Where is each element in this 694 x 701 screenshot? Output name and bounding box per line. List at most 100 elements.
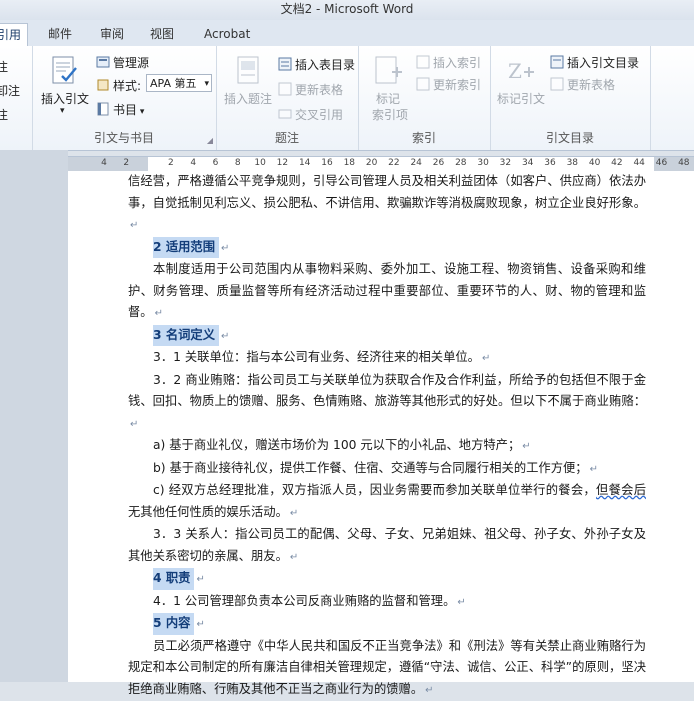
paragraph-scope-text: 本制度适用于公司范围内从事物料采购、委外加工、设施工程、物资销售、设备采购和维护… <box>128 262 646 319</box>
heading-responsibilities[interactable]: 4 职责↵ <box>128 568 646 591</box>
paragraph-mark: ↵ <box>155 308 163 319</box>
paragraph-mark: ↵ <box>196 619 204 630</box>
mark-citation-icon: Z <box>504 54 536 86</box>
heading-responsibilities-text: 4 职责 <box>153 568 194 590</box>
table-of-figures-icon <box>278 57 292 71</box>
duty-4-1-text: 4．1 公司管理部负责本公司反商业贿赂的监督和管理。 <box>153 594 455 608</box>
insert-citation-icon <box>48 54 80 86</box>
group-label-captions: 题注 <box>216 129 358 146</box>
ruler-tick-label: 2 <box>123 158 129 168</box>
update-index-button[interactable]: 更新索引 <box>416 76 481 93</box>
update-index-label: 更新索引 <box>433 78 481 92</box>
style-label-text: 样式: <box>113 79 141 93</box>
chevron-down-icon: ▾ <box>137 107 144 117</box>
list-item-a-text: a) 基于商业礼仪，赠送市场价为 100 元以下的小礼品、地方特产； <box>153 438 520 452</box>
paragraph-mark: ↵ <box>290 552 298 563</box>
bibliography-icon <box>96 102 110 116</box>
list-item-b[interactable]: b) 基于商业接待礼仪，提供工作餐、住宿、交通等与合同履行相关的工作方便；↵ <box>128 458 646 481</box>
paragraph-intro[interactable]: 信经营，严格遵循公平竞争规则，引导公司管理人员及相关利益团体（如客户、供应商）依… <box>128 171 646 237</box>
ruler-tick-label: 4 <box>101 158 107 168</box>
ruler-tick-label: 16 <box>321 158 332 168</box>
ruler-left-margin <box>68 157 148 171</box>
update-index-icon <box>416 77 430 91</box>
grammar-squiggle-text[interactable]: 但餐会后 <box>596 483 646 497</box>
paragraph-content[interactable]: 员工必须严格遵守《中华人民共和国反不正当竞争法》和《刑法》等有关禁止商业贿赂行为… <box>128 636 646 701</box>
mark-entry-label-1[interactable]: 标记 <box>376 90 400 107</box>
insert-table-of-figures-label: 插入表目录 <box>295 58 355 72</box>
paragraph-mark: ↵ <box>457 597 465 608</box>
cross-reference-label: 交叉引用 <box>295 108 343 122</box>
ruler-tick-label: 24 <box>410 158 421 168</box>
definition-3-2-text: 3．2 商业贿赂：指公司员工与关联单位为获取合作及合作利益，所给予的包括但不限于… <box>128 373 646 409</box>
bibliography-button[interactable]: 书目 ▾ <box>96 101 144 118</box>
tab-mailings[interactable]: 邮件 <box>48 23 72 46</box>
paragraph-mark: ↵ <box>130 419 138 430</box>
insert-citation-button[interactable]: 插入引文 <box>41 90 89 107</box>
document-left-margin-area <box>0 150 68 682</box>
definition-3-3[interactable]: 3．3 关系人：指公司员工的配偶、父母、子女、兄弟姐妹、祖父母、孙子女、外孙子女… <box>128 524 646 568</box>
dialog-launcher-icon[interactable]: ◢ <box>207 136 213 145</box>
update-authorities-table-button[interactable]: 更新表格 <box>550 76 615 93</box>
mark-citation-button[interactable]: 标记引文 <box>497 90 545 107</box>
tab-view[interactable]: 视图 <box>150 23 174 46</box>
definition-3-2[interactable]: 3．2 商业贿赂：指公司员工与关联单位为获取合作及合作利益，所给予的包括但不限于… <box>128 370 646 436</box>
mark-entry-label-2[interactable]: 索引项 <box>372 106 408 123</box>
paragraph-mark: ↵ <box>221 243 229 254</box>
update-table-label: 更新表格 <box>295 83 343 97</box>
paragraph-scope[interactable]: 本制度适用于公司范围内从事物料采购、委外加工、设施工程、物资销售、设备采购和维护… <box>128 259 646 325</box>
horizontal-ruler[interactable]: 4224681012141618202224262830323436384042… <box>68 156 694 172</box>
insert-index-button[interactable]: 插入索引 <box>416 54 481 71</box>
manage-sources-button[interactable]: 管理源 <box>96 54 149 71</box>
insert-table-of-authorities-label: 插入引文目录 <box>567 56 639 70</box>
ruler-tick-label: 8 <box>235 158 241 168</box>
definition-3-1[interactable]: 3．1 关联单位：指与本公司有业务、经济往来的相关单位。↵ <box>128 347 646 370</box>
document-page[interactable]: 信经营，严格遵循公平竞争规则，引导公司管理人员及相关利益团体（如客户、供应商）依… <box>68 171 694 682</box>
ruler-tick-label: 44 <box>633 158 644 168</box>
heading-definitions[interactable]: 3 名词定义↵ <box>128 325 646 348</box>
paragraph-mark: ↵ <box>290 508 298 519</box>
chevron-down-icon: ▾ <box>204 75 209 93</box>
update-table-icon <box>278 82 292 96</box>
manage-sources-label: 管理源 <box>113 56 149 70</box>
cross-reference-button[interactable]: 交叉引用 <box>278 106 343 123</box>
ruler-tick-label: 2 <box>168 158 174 168</box>
insert-citation-dropdown-arrow[interactable]: ▾ <box>60 106 65 116</box>
list-item-a[interactable]: a) 基于商业礼仪，赠送市场价为 100 元以下的小礼品、地方特产；↵ <box>128 435 646 458</box>
paragraph-mark: ↵ <box>130 220 138 231</box>
list-item-c-text-end: 无其他任何性质的娱乐活动。 <box>128 505 288 519</box>
heading-scope[interactable]: 2 适用范围↵ <box>128 237 646 260</box>
tab-references[interactable]: 引用 <box>0 23 28 47</box>
list-item-b-text: b) 基于商业接待礼仪，提供工作餐、住宿、交通等与合同履行相关的工作方便； <box>153 461 588 475</box>
ribbon-group-authorities: Z 标记引文 插入引文目录 更新表格 引文目录 <box>490 46 651 150</box>
insert-table-of-figures-button[interactable]: 插入表目录 <box>278 56 355 73</box>
ribbon-partial-label-1[interactable]: 注 <box>0 58 8 75</box>
group-label-index: 索引 <box>358 129 490 146</box>
insert-caption-button[interactable]: 插入题注 <box>224 90 272 107</box>
ribbon-partial-label-3[interactable]: 注 <box>0 106 8 123</box>
list-item-c[interactable]: c) 经双方总经理批准，双方指派人员，因业务需要而参加关联单位举行的餐会，但餐会… <box>128 480 646 524</box>
style-label: 样式: <box>96 77 141 94</box>
update-table-icon <box>550 77 564 91</box>
heading-content[interactable]: 5 内容↵ <box>128 613 646 636</box>
heading-content-text: 5 内容 <box>153 613 194 635</box>
heading-definitions-text: 3 名词定义 <box>153 325 219 347</box>
insert-table-of-authorities-button[interactable]: 插入引文目录 <box>550 54 639 71</box>
ruler-tick-label: 32 <box>500 158 511 168</box>
mark-entry-icon <box>372 54 404 86</box>
ruler-tick-label: 6 <box>213 158 219 168</box>
update-table-button[interactable]: 更新表格 <box>278 81 343 98</box>
duty-4-1[interactable]: 4．1 公司管理部负责本公司反商业贿赂的监督和管理。↵ <box>128 591 646 614</box>
ruler-tick-label: 34 <box>522 158 533 168</box>
ribbon-tab-bar: 引用 邮件 审阅 视图 Acrobat <box>0 20 694 47</box>
ruler-tick-label: 18 <box>344 158 355 168</box>
tab-acrobat[interactable]: Acrobat <box>204 23 250 46</box>
paragraph-mark: ↵ <box>425 685 433 696</box>
document-body[interactable]: 信经营，严格遵循公平竞争规则，引导公司管理人员及相关利益团体（如客户、供应商）依… <box>128 171 646 701</box>
ruler-tick-label: 10 <box>254 158 265 168</box>
window-title: 文档2 - Microsoft Word <box>281 2 414 16</box>
tab-review[interactable]: 审阅 <box>100 23 124 46</box>
style-select[interactable]: APA 第五 ▾ <box>146 74 212 92</box>
ribbon-group-footnotes-partial: 注 卸注 注 <box>0 46 33 150</box>
insert-caption-icon <box>232 54 264 86</box>
ribbon-partial-label-2[interactable]: 卸注 <box>0 82 20 99</box>
